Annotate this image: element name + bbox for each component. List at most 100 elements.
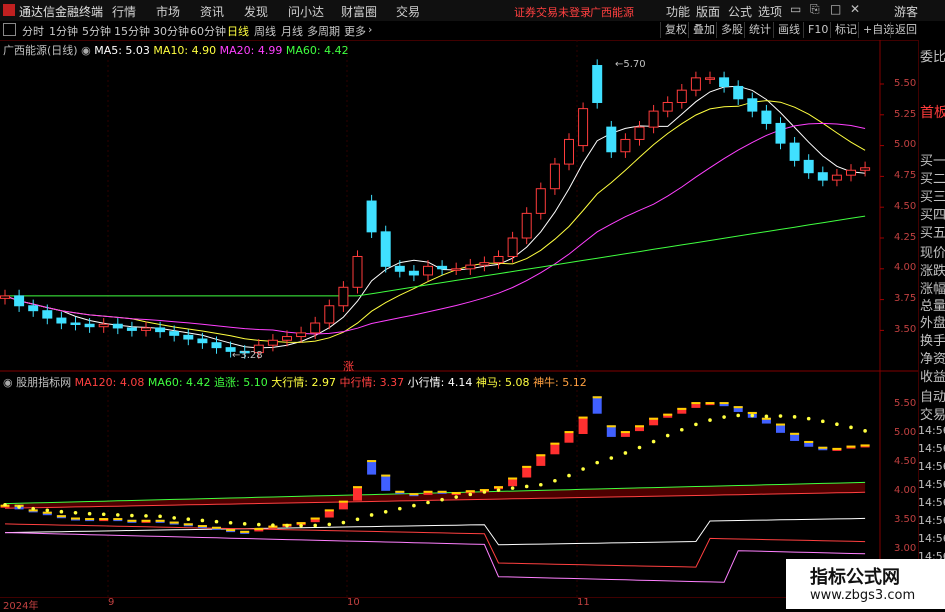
indicator-bar-cap [564, 431, 574, 434]
menu-item-market[interactable]: 市场 [156, 3, 180, 20]
adjust-button[interactable]: 复权 [660, 22, 691, 38]
f10-button[interactable]: F10 [803, 22, 832, 38]
menu-item-discover[interactable]: 发现 [244, 3, 268, 20]
candle-body [592, 65, 603, 103]
shenma-dot [792, 415, 797, 419]
user-label[interactable]: 游客 [894, 3, 918, 20]
ma5-line [4, 85, 866, 349]
menu-item-function[interactable]: 功能 [666, 3, 690, 20]
shenma-dot [398, 506, 402, 511]
chevron-right-icon[interactable]: › [368, 23, 372, 36]
chart-canvas[interactable] [0, 40, 918, 597]
trade-time: 14:56 [918, 514, 945, 527]
shenma-dot [17, 505, 21, 509]
draw-line-button[interactable]: 画线 [773, 22, 804, 38]
minimize-icon[interactable]: ▭ [790, 2, 801, 16]
candle-body [690, 77, 701, 91]
indicator-bar [592, 396, 602, 414]
mark-button[interactable]: 标记 [830, 22, 861, 38]
period-toolbar: 分时 1分钟 5分钟 15分钟 30分钟 60分钟 日线 周线 月线 多周期 更… [0, 21, 945, 41]
indicator-bar-cap [649, 417, 659, 420]
auto-label: 自动 [920, 390, 945, 405]
indicator-bar-cap [71, 517, 80, 520]
trade-time: 14:56 [918, 442, 945, 455]
indicator-bar-cap [846, 445, 856, 448]
tab-period-15min[interactable]: 15分钟 [114, 23, 150, 39]
candle-body [324, 305, 335, 324]
back-button[interactable]: 返回 [890, 22, 921, 38]
shenma-dot [708, 418, 712, 422]
shenma-dot [257, 522, 261, 527]
shenma-dot [637, 445, 642, 450]
indicator-bar-cap [395, 490, 405, 493]
y-tick: 5.50 [894, 78, 917, 89]
candle-body [860, 167, 871, 171]
candle-body [352, 255, 363, 288]
candle-body [465, 264, 476, 270]
big-trend-label: 大行情: 2.97 [271, 376, 336, 389]
indicator-bar-cap [804, 440, 814, 443]
shenma-dot [172, 516, 176, 520]
indicator-bar-cap [240, 530, 250, 533]
bid-ratio-label: 委比 [920, 50, 945, 65]
menu-item-ask[interactable]: 问小达 [288, 3, 324, 20]
menu-item-wealth[interactable]: 财富圈 [341, 3, 377, 20]
menu-item-formula[interactable]: 公式 [728, 3, 752, 20]
shenma-dot [567, 473, 571, 478]
ma60-label: MA60: 4.42 [285, 44, 349, 57]
tab-period-5min[interactable]: 5分钟 [82, 23, 111, 39]
shenma-dot [835, 422, 839, 426]
tab-period-30min[interactable]: 30分钟 [153, 23, 189, 39]
ind-y-tick: 4.00 [894, 485, 917, 496]
candle-body [789, 142, 800, 161]
shenma-dot [510, 486, 515, 490]
menu-item-layout[interactable]: 版面 [696, 3, 720, 20]
menu-item-options[interactable]: 选项 [758, 3, 782, 20]
menu-item-news[interactable]: 资讯 [200, 3, 224, 20]
candle-body [817, 172, 828, 181]
shenma-dot [581, 467, 585, 471]
tab-period-monthly[interactable]: 月线 [281, 23, 303, 39]
restore-icon[interactable]: ⎘ [810, 2, 820, 17]
ind-ma60-label: MA60: 4.42 [147, 376, 211, 389]
tab-period-timeshare[interactable]: 分时 [22, 23, 44, 39]
statistics-button[interactable]: 统计 [744, 22, 775, 38]
tab-period-weekly[interactable]: 周线 [254, 23, 276, 39]
indicator-toggle-icon[interactable]: ◉ [3, 376, 13, 389]
trade-time: 14:56 [918, 478, 945, 491]
candle-body [197, 338, 208, 344]
multi-stock-button[interactable]: 多股 [716, 22, 747, 38]
shenma-dot [496, 488, 501, 492]
close-icon[interactable]: ✕ [850, 2, 860, 16]
shenma-dot [383, 509, 388, 514]
shenma-dot [130, 513, 134, 518]
indicator-bar-cap [832, 447, 842, 450]
candle-body [0, 295, 10, 299]
earnings-label: 收益 [920, 370, 945, 385]
indicator-bar-cap [451, 492, 461, 494]
candle-body [296, 332, 307, 338]
indicator-bar-cap [550, 442, 560, 445]
login-status[interactable]: 证券交易未登录 [514, 4, 591, 20]
tab-period-multi[interactable]: 多周期 [307, 23, 340, 39]
tab-period-60min[interactable]: 60分钟 [190, 23, 226, 39]
ma20-line [4, 122, 866, 335]
legend-toggle-icon[interactable]: ◉ [81, 44, 91, 57]
tab-period-more[interactable]: 更多 [344, 23, 366, 39]
panel-toggle-icon[interactable] [3, 23, 16, 36]
menu-item-trade[interactable]: 交易 [396, 3, 420, 20]
indicator-bar-cap [212, 526, 221, 529]
menu-item-quotes[interactable]: 行情 [112, 3, 136, 20]
tab-period-daily[interactable]: 日线 [227, 23, 249, 39]
trades-label: 交易 [920, 408, 945, 423]
candle-body [14, 295, 25, 307]
high-price-marker: ←5.70 [615, 59, 646, 70]
shenma-dot [553, 478, 557, 483]
shenma-dot [242, 522, 247, 526]
indicator-bar-cap [719, 402, 729, 405]
overlay-button[interactable]: 叠加 [688, 22, 719, 38]
tab-period-1min[interactable]: 1分钟 [49, 23, 78, 39]
maximize-icon[interactable]: □ [830, 2, 841, 16]
low-price-marker: ←3.28 [232, 350, 263, 361]
shenma-dot [806, 416, 811, 421]
